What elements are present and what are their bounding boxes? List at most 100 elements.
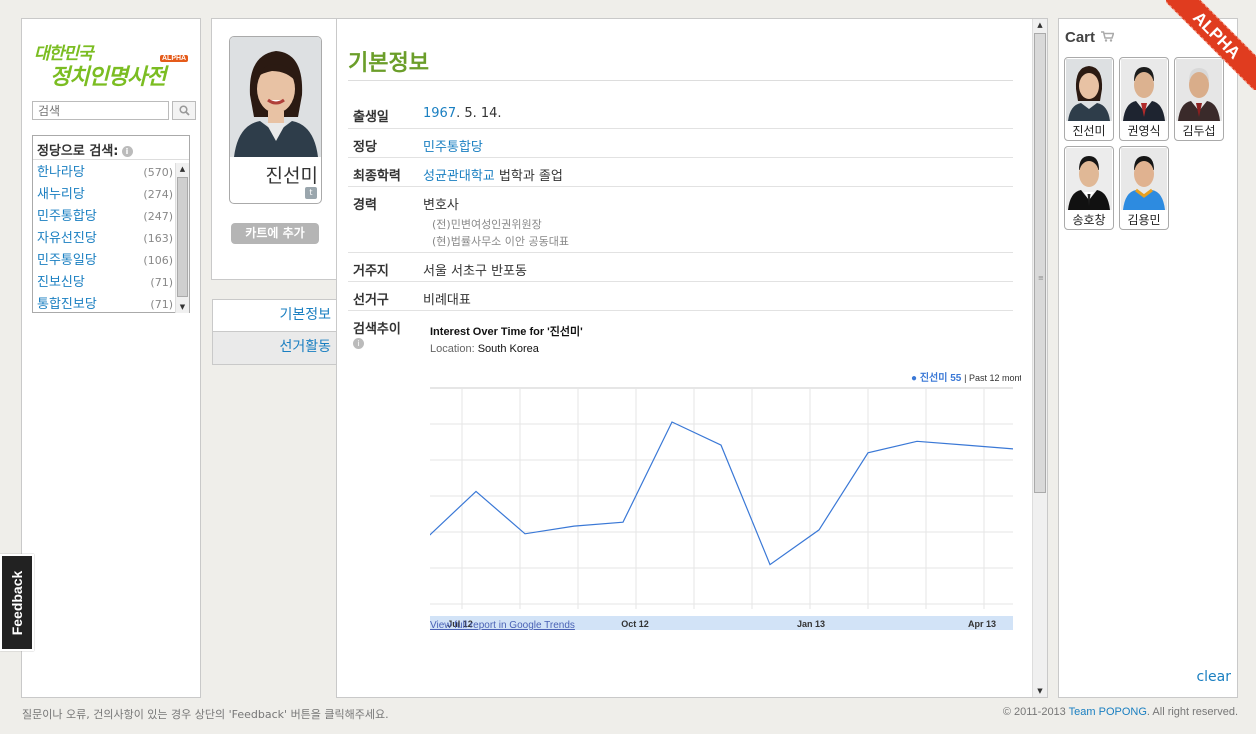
career-item: (현)법률사무소 이안 공동대표 — [432, 235, 570, 248]
info-row-residence: 거주지 서울 서초구 반포동 — [348, 253, 1013, 282]
party-item[interactable]: 자유선진당 (163) — [33, 228, 173, 250]
education-rest: 법학과 졸업 — [494, 169, 563, 184]
school-link[interactable]: 성균관대학교 — [423, 169, 495, 184]
party-link[interactable]: 통합진보당 — [37, 297, 97, 312]
info-label: 경력 — [353, 198, 377, 213]
cart-item-photo — [1066, 59, 1112, 121]
twitter-icon[interactable]: t — [305, 187, 317, 199]
profile-card: 진선미 t 카트에 추가 — [211, 18, 341, 280]
title-divider — [348, 80, 1013, 81]
party-list-scrollbar[interactable]: ▲ ▼ — [175, 163, 189, 313]
scroll-grip-icon: ≡ — [1038, 274, 1044, 282]
cart-item-photo — [1066, 148, 1112, 210]
info-value: 1967. 5. 14. — [423, 106, 502, 121]
portrait-image — [230, 37, 321, 157]
party-list: 한나라당 (570) 새누리당 (274) 민주통합당 (247) 자유선진당 (163… — [33, 162, 173, 316]
party-count: (71) — [150, 298, 173, 311]
scroll-down-arrow-icon[interactable]: ▼ — [1033, 685, 1047, 697]
info-label: 정당 — [353, 140, 377, 155]
main-content-panel: 기본정보 출생일 1967. 5. 14. 정당 민주통합당 최종학력 성균관대… — [336, 18, 1048, 698]
party-value-link[interactable]: 민주통합당 — [423, 140, 483, 155]
party-link[interactable]: 진보신당 — [37, 275, 85, 290]
party-item[interactable]: 민주통합당 (247) — [33, 206, 173, 228]
party-link[interactable]: 한나라당 — [37, 165, 85, 180]
cart-item[interactable]: 송호창 — [1064, 146, 1114, 230]
party-filter-box: 정당으로 검색: i 한나라당 (570) 새누리당 (274) 민주통합당 (247)… — [32, 135, 190, 313]
cart-panel: Cart 진선미 권영식 김두섭 송호창 김용민 clear — [1058, 18, 1238, 698]
scroll-down-arrow-icon[interactable]: ▼ — [176, 301, 189, 313]
search-button[interactable] — [172, 101, 196, 120]
cart-item-name: 권영식 — [1127, 124, 1161, 138]
info-label: 검색추이 — [353, 322, 401, 337]
cart-icon — [1098, 31, 1115, 45]
profile-photo — [230, 37, 321, 157]
party-count: (163) — [143, 232, 173, 245]
party-item[interactable]: 통합진보당 (71) — [33, 294, 173, 316]
party-item[interactable]: 진보신당 (71) — [33, 272, 173, 294]
footer-help-text: 질문이나 오류, 건의사항이 있는 경우 상단의 'Feedback' 버튼을 … — [22, 708, 389, 721]
party-item[interactable]: 민주통일당 (106) — [33, 250, 173, 272]
legend-dot: ● — [911, 373, 918, 383]
copyright-text: © 2011-2013 — [1002, 706, 1069, 718]
alpha-ribbon-wrap: ALPHA — [1166, 0, 1256, 90]
feedback-label: Feedback — [9, 570, 25, 635]
tab-basic-info[interactable]: 기본정보 — [212, 299, 337, 332]
tab-election-activity[interactable]: 선거활동 — [212, 332, 337, 365]
cart-item[interactable]: 진선미 — [1064, 57, 1114, 141]
main-scrollbar[interactable]: ▲ ≡ ▼ — [1032, 19, 1047, 697]
party-count: (247) — [143, 210, 173, 223]
info-row-birth: 출생일 1967. 5. 14. — [348, 99, 1013, 129]
alpha-ribbon: ALPHA — [1166, 0, 1256, 90]
feedback-button[interactable]: Feedback — [0, 554, 34, 651]
legend-period: | Past 12 months — [964, 373, 1021, 383]
info-value: 비례대표 — [423, 293, 471, 308]
search-input[interactable] — [32, 101, 169, 120]
scroll-thumb[interactable]: ≡ — [1034, 33, 1046, 493]
cart-item-photo — [1121, 148, 1167, 210]
info-label: 최종학력 — [353, 169, 401, 184]
info-value: 서울 서초구 반포동 — [423, 264, 527, 279]
scroll-up-arrow-icon[interactable]: ▲ — [176, 163, 189, 175]
x-tick-label: Oct 12 — [621, 619, 649, 629]
chart-title: Interest Over Time for '진선미' — [430, 326, 583, 338]
birth-year-link[interactable]: 1967 — [423, 106, 456, 121]
profile-name: 진선미 — [265, 165, 318, 187]
info-row-district: 선거구 비례대표 — [348, 282, 1013, 311]
team-popong-link[interactable]: Team POPONG — [1069, 706, 1147, 718]
cart-clear-button[interactable]: clear — [1196, 669, 1231, 685]
search-icon — [178, 105, 190, 116]
cart-item[interactable]: 김용민 — [1119, 146, 1169, 230]
party-link[interactable]: 자유선진당 — [37, 231, 97, 246]
profile-photo-frame: 진선미 t — [229, 36, 322, 204]
cart-item-photo — [1121, 59, 1167, 121]
info-label: 거주지 — [353, 264, 389, 279]
party-count: (274) — [143, 188, 173, 201]
logo-alpha-badge: ALPHA — [160, 55, 189, 62]
cart-item-name: 김용민 — [1127, 213, 1161, 227]
chart-location: Location: South Korea — [430, 343, 539, 355]
left-sidebar: 대한민국 정치인명사전 ALPHA 정당으로 검색:i 한나라당 (570) 새누… — [21, 18, 201, 698]
party-count: (106) — [143, 254, 173, 267]
party-link[interactable]: 민주통일당 — [37, 253, 97, 268]
party-filter-title: 정당으로 검색: i — [33, 136, 189, 160]
party-item[interactable]: 새누리당 (274) — [33, 184, 173, 206]
cart-item-name: 송호창 — [1072, 213, 1106, 227]
party-link[interactable]: 민주통합당 — [37, 209, 97, 224]
info-icon[interactable]: i — [121, 146, 133, 157]
cart-item[interactable]: 권영식 — [1119, 57, 1169, 141]
google-trends-link[interactable]: View full report in Google Trends — [430, 620, 575, 631]
info-label: 출생일 — [353, 110, 389, 125]
add-to-cart-button[interactable]: 카트에 추가 — [231, 223, 319, 244]
info-row-career: 경력 변호사 (전)민변여성인권위원장 (현)법률사무소 이안 공동대표 — [348, 187, 1013, 253]
info-icon[interactable]: i — [353, 338, 364, 349]
site-logo[interactable]: 대한민국 정치인명사전 ALPHA — [32, 35, 192, 95]
x-tick-label: Apr 13 — [968, 619, 996, 629]
cart-item-name: 김두섭 — [1182, 124, 1216, 138]
party-item[interactable]: 한나라당 (570) — [33, 162, 173, 184]
scroll-up-arrow-icon[interactable]: ▲ — [1033, 19, 1047, 31]
legend-series-value: 55 — [950, 373, 962, 383]
party-link[interactable]: 새누리당 — [37, 187, 85, 202]
trend-chart: Jul 12 Oct 12 Jan 13 Apr 13 — [430, 387, 1013, 630]
party-count: (71) — [150, 276, 173, 289]
scroll-thumb[interactable] — [177, 177, 188, 297]
